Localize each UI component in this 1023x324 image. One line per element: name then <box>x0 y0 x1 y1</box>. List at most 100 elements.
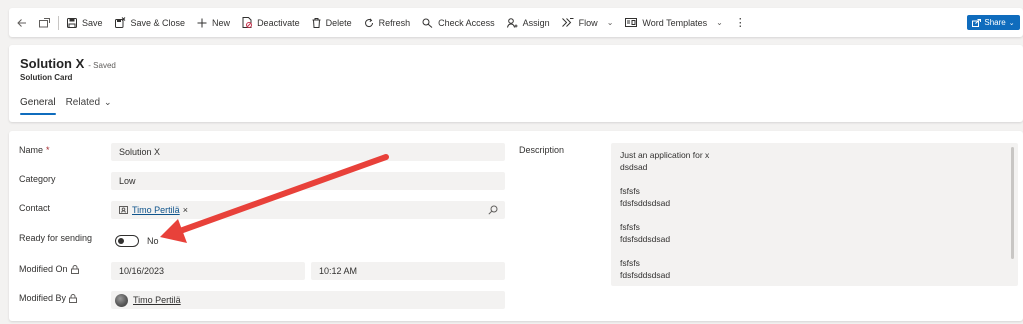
trash-icon <box>312 17 321 28</box>
modified-on-date: 10/16/2023 <box>119 266 165 276</box>
contact-label: Contact <box>19 203 50 213</box>
chevron-down-icon: ⌄ <box>716 18 723 27</box>
toolbar-divider <box>58 15 59 30</box>
refresh-button[interactable]: Refresh <box>358 8 417 37</box>
word-templates-label: Word Templates <box>642 17 708 28</box>
flow-button[interactable]: Flow ⌄ <box>556 8 620 37</box>
modified-on-label: Modified On <box>19 264 79 274</box>
contact-lookup-tag[interactable]: Timo Pertilä <box>119 205 180 215</box>
save-and-close-button[interactable]: Save & Close <box>109 8 192 37</box>
save-icon <box>67 17 77 28</box>
modified-on-label-text: Modified On <box>19 264 68 274</box>
ready-for-sending-label: Ready for sending <box>19 233 92 243</box>
description-line: fsfsfs <box>620 186 640 196</box>
category-field[interactable]: Low <box>111 172 505 190</box>
assign-button[interactable]: Assign <box>501 8 556 37</box>
popout-icon <box>39 17 50 27</box>
description-line: fdsfsddsdsad <box>620 234 671 244</box>
back-button[interactable] <box>9 8 33 37</box>
modified-by-label: Modified By <box>19 293 78 303</box>
deactivate-label: Deactivate <box>257 17 300 28</box>
record-header: Solution X - Saved Solution Card General… <box>9 45 1023 122</box>
modified-on-date-field: 10/16/2023 <box>111 262 305 280</box>
description-line: fsfsfs <box>620 258 640 268</box>
name-label: Name * <box>19 145 50 155</box>
description-label: Description <box>519 145 565 155</box>
modified-on-time-field: 10:12 AM <box>311 262 505 280</box>
title-row: Solution X - Saved <box>20 56 116 71</box>
save-button[interactable]: Save <box>61 8 109 37</box>
save-close-label: Save & Close <box>130 17 186 28</box>
description-line <box>620 173 1009 185</box>
lock-icon <box>69 293 78 303</box>
save-status: - Saved <box>88 61 116 70</box>
tab-general[interactable]: General <box>20 97 56 115</box>
more-vertical-icon: ⋮ <box>734 17 746 29</box>
ready-toggle-value: No <box>147 236 159 246</box>
word-templates-button[interactable]: Word Templates ⌄ <box>619 8 728 37</box>
form-name: Solution Card <box>20 73 73 82</box>
general-form-section: Name * Solution X Category Low Contact T… <box>9 131 1023 321</box>
modified-by-value[interactable]: Timo Pertilä <box>133 295 181 305</box>
flow-label: Flow <box>578 17 598 28</box>
description-line: fdsfsddsdsad <box>620 270 671 280</box>
tab-related-label: Related <box>65 97 101 108</box>
share-button[interactable]: Share ⌄ <box>967 15 1020 30</box>
new-button[interactable]: New <box>191 8 236 37</box>
description-line: fdsfsddsdsad <box>620 198 671 208</box>
assign-label: Assign <box>522 17 550 28</box>
category-label-text: Category <box>19 174 56 184</box>
flow-icon <box>561 18 574 27</box>
record-title: Solution X <box>20 56 85 71</box>
ready-for-sending-toggle[interactable] <box>115 235 139 247</box>
name-field[interactable]: Solution X <box>111 143 505 161</box>
lock-icon <box>70 264 79 274</box>
word-template-icon <box>625 18 638 27</box>
toggle-knob <box>118 238 124 244</box>
tab-list: General Related ⌄ <box>20 97 112 115</box>
check-access-button[interactable]: Check Access <box>416 8 501 37</box>
assign-person-icon <box>506 17 518 28</box>
description-line: Just an application for x <box>620 150 710 160</box>
contact-lookup-field[interactable]: Timo Pertilä × <box>111 201 505 219</box>
modified-by-field: Timo Pertilä <box>111 291 505 309</box>
contact-card-icon <box>119 206 128 214</box>
search-icon[interactable] <box>488 205 498 215</box>
contact-label-text: Contact <box>19 203 51 213</box>
open-in-new-window-button[interactable] <box>33 8 56 37</box>
chevron-down-icon: ⌄ <box>104 97 112 107</box>
plus-icon <box>197 18 207 27</box>
required-mark: * <box>46 145 50 155</box>
ready-label-text: Ready for sending <box>19 233 93 243</box>
share-icon <box>972 18 982 27</box>
modified-on-time: 10:12 AM <box>319 266 358 276</box>
modified-by-label-text: Modified By <box>19 293 67 303</box>
description-textarea[interactable]: Just an application for x dsdsad fsfsfs fds… <box>611 143 1018 286</box>
refresh-label: Refresh <box>378 17 411 28</box>
refresh-icon <box>364 17 373 27</box>
back-arrow-icon <box>17 18 26 27</box>
tab-related[interactable]: Related ⌄ <box>66 97 112 115</box>
delete-button[interactable]: Delete <box>306 8 358 37</box>
new-label: New <box>212 17 231 28</box>
deactivate-icon <box>242 17 253 28</box>
chevron-down-icon: ⌄ <box>1008 19 1015 27</box>
category-label: Category <box>19 174 56 184</box>
remove-tag-icon[interactable]: × <box>183 205 188 215</box>
tab-general-label: General <box>20 97 56 108</box>
save-button-label: Save <box>82 17 103 28</box>
scrollbar[interactable] <box>1011 147 1014 259</box>
save-close-icon <box>114 17 125 28</box>
name-label-text: Name <box>19 145 44 155</box>
more-commands-button[interactable]: ⋮ <box>729 8 752 37</box>
avatar <box>115 293 128 307</box>
chevron-down-icon: ⌄ <box>606 18 614 27</box>
name-value: Solution X <box>119 147 161 157</box>
command-bar: Save Save & Close New Deactivate Delete … <box>9 8 1023 37</box>
check-access-icon <box>422 18 433 28</box>
description-line: fsfsfs <box>620 222 640 232</box>
description-text: Just an application for x dsdsad fsfsfs fds… <box>620 149 1009 281</box>
category-value: Low <box>119 176 136 186</box>
delete-label: Delete <box>325 17 352 28</box>
deactivate-button[interactable]: Deactivate <box>236 8 306 37</box>
